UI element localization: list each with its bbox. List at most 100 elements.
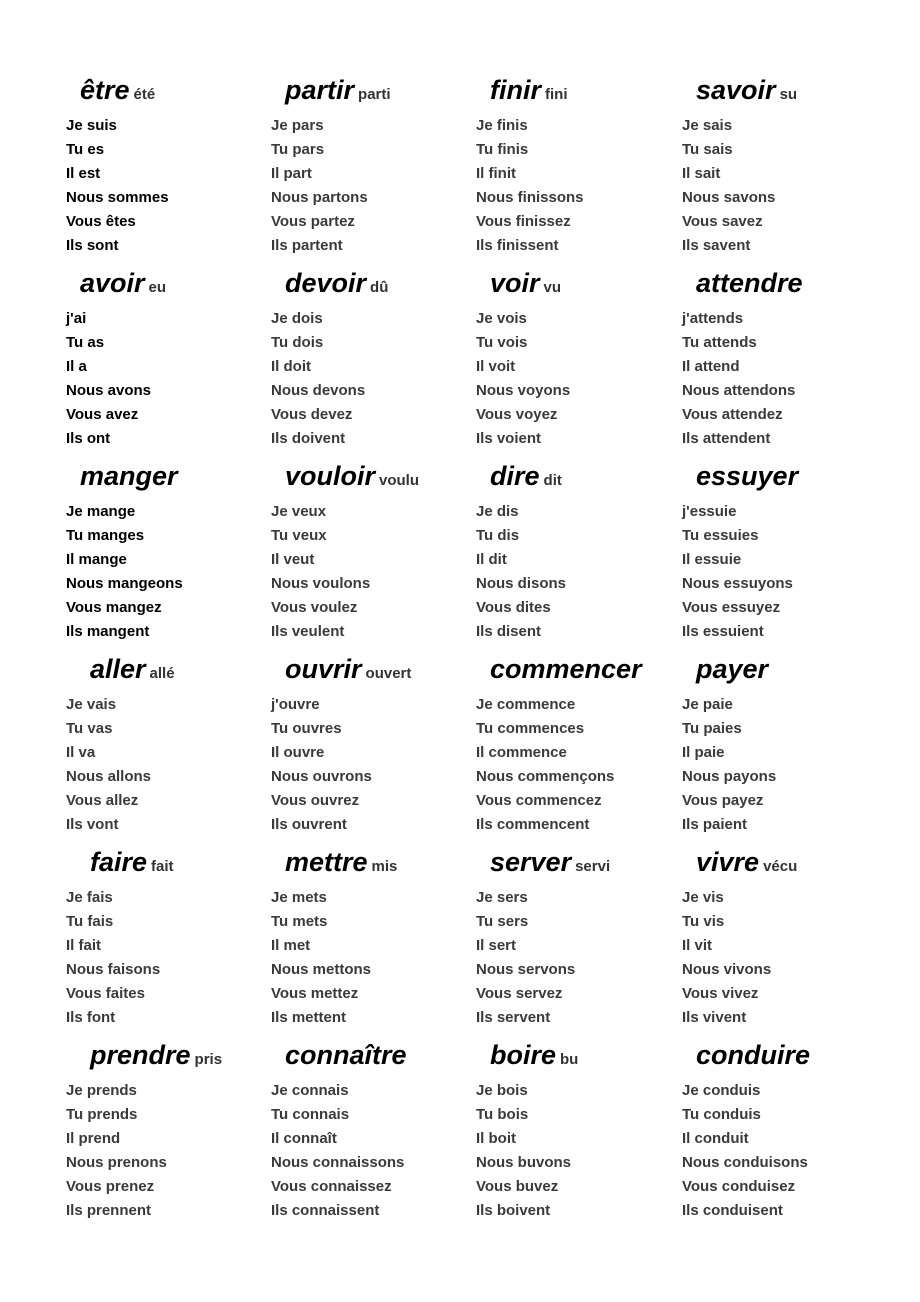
- conjugation-list: Je veux Tu veux Il veut Nous voulons Vous vo…: [271, 500, 476, 644]
- verb-block: vouloir voulu Je veux Tu veux Il veut Nous vo…: [271, 458, 476, 651]
- conjugation-form: Ils essuient: [682, 623, 764, 640]
- verb-infinitive: mettre: [285, 847, 368, 877]
- conjugation-form: Vous dites: [476, 599, 551, 616]
- conjugation-form: Il sert: [476, 937, 517, 954]
- conjugation-form: Tu commences: [476, 720, 585, 737]
- conjugation-form: Ils savent: [682, 237, 751, 254]
- verb-block: boire bu Je bois Tu bois Il boit Nous buvons V…: [476, 1037, 682, 1230]
- conjugation-list: Je finis Tu finis Il finit Nous finissons Vo…: [476, 114, 682, 258]
- verb-heading: conduire: [682, 1037, 888, 1073]
- past-participle: bu: [560, 1051, 579, 1068]
- verb-heading: ouvrir ouvert: [271, 651, 476, 687]
- conjugation-form: Je vis: [682, 889, 724, 906]
- verb-infinitive: attendre: [696, 268, 803, 298]
- conjugation-form: Tu bois: [476, 1106, 529, 1123]
- conjugation-form: Vous partez: [271, 213, 355, 230]
- conjugation-form: Ils partent: [271, 237, 343, 254]
- past-participle: mis: [371, 858, 398, 875]
- verb-infinitive: dire: [490, 461, 540, 491]
- past-participle: eu: [148, 279, 167, 296]
- verb-block: server servi Je sers Tu sers Il sert Nous ser…: [476, 844, 682, 1037]
- verb-infinitive: prendre: [90, 1040, 191, 1070]
- verb-block: aller allé Je vais Tu vas Il va Nous allons Vo…: [66, 651, 271, 844]
- verb-infinitive: server: [490, 847, 572, 877]
- conjugation-form: Je bois: [476, 1082, 528, 1099]
- conjugation-form: j'essuie: [682, 503, 737, 520]
- conjugation-form: Il connaît: [271, 1130, 337, 1147]
- conjugation-form: Je vais: [66, 696, 117, 713]
- conjugation-form: Ils prennent: [66, 1202, 152, 1219]
- conjugation-form: Nous disons: [476, 575, 567, 592]
- verb-heading: partir parti: [271, 72, 476, 108]
- conjugation-form: Vous allez: [66, 792, 139, 809]
- verb-block: finir fini Je finis Tu finis Il finit Nous fi…: [476, 72, 682, 265]
- past-participle: dit: [543, 472, 562, 489]
- conjugation-form: Il fait: [66, 937, 102, 954]
- conjugation-form: Il paie: [682, 744, 725, 761]
- conjugation-form: Il sait: [682, 165, 721, 182]
- verb-infinitive: commencer: [490, 654, 642, 684]
- verb-heading: finir fini: [476, 72, 682, 108]
- verb-infinitive: être: [80, 75, 130, 105]
- conjugation-form: Tu vis: [682, 913, 725, 930]
- conjugation-form: Il finit: [476, 165, 516, 182]
- verb-heading: savoir su: [682, 72, 888, 108]
- verb-heading: dire dit: [476, 458, 682, 494]
- conjugation-form: Je vois: [476, 310, 527, 327]
- verb-heading: manger: [66, 458, 271, 494]
- conjugation-list: Je vois Tu vois Il voit Nous voyons Vous voy…: [476, 307, 682, 451]
- verb-infinitive: savoir: [696, 75, 776, 105]
- conjugation-form: Vous payez: [682, 792, 764, 809]
- verb-infinitive: partir: [285, 75, 355, 105]
- conjugation-form: Vous conduisez: [682, 1178, 796, 1195]
- conjugation-form: Vous voulez: [271, 599, 358, 616]
- conjugation-form: Il ouvre: [271, 744, 325, 761]
- conjugation-form: Il met: [271, 937, 311, 954]
- conjugation-form: Ils servent: [476, 1009, 551, 1026]
- verb-block: dire dit Je dis Tu dis Il dit Nous disons Vous…: [476, 458, 682, 651]
- conjugation-form: Tu veux: [271, 527, 327, 544]
- conjugation-form: Je paie: [682, 696, 733, 713]
- past-participle: voulu: [379, 472, 420, 489]
- conjugation-list: Je pars Tu pars Il part Nous partons Vous pa…: [271, 114, 476, 258]
- verb-infinitive: essuyer: [696, 461, 799, 491]
- verb-heading: vouloir voulu: [271, 458, 476, 494]
- conjugation-form: Tu pars: [271, 141, 325, 158]
- conjugation-form: Tu vas: [66, 720, 113, 737]
- conjugation-form: Il doit: [271, 358, 311, 375]
- conjugation-form: Tu sers: [476, 913, 529, 930]
- conjugation-form: Je sers: [476, 889, 528, 906]
- verb-block: savoir su Je sais Tu sais Il sait Nous savons…: [682, 72, 888, 265]
- conjugation-form: Il boit: [476, 1130, 516, 1147]
- conjugation-form: Ils mettent: [271, 1009, 347, 1026]
- conjugation-grid: être été Je suis Tu es Il est Nous sommes Vous…: [66, 72, 888, 1230]
- past-participle: dû: [370, 279, 389, 296]
- verb-heading: faire fait: [66, 844, 271, 880]
- conjugation-form: Tu dois: [271, 334, 324, 351]
- verb-block: partir parti Je pars Tu pars Il part Nous par…: [271, 72, 476, 265]
- conjugation-form: Ils doivent: [271, 430, 346, 447]
- conjugation-form: Vous connaissez: [271, 1178, 392, 1195]
- verb-heading: server servi: [476, 844, 682, 880]
- conjugation-form: Tu paies: [682, 720, 742, 737]
- conjugation-form: Tu attends: [682, 334, 757, 351]
- conjugation-form: Je dois: [271, 310, 323, 327]
- conjugation-form: Nous voulons: [271, 575, 371, 592]
- conjugation-form: Je mange: [66, 503, 136, 520]
- conjugation-form: Tu mets: [271, 913, 328, 930]
- conjugation-form: Je mets: [271, 889, 327, 906]
- past-participle: pris: [194, 1051, 223, 1068]
- conjugation-form: Nous payons: [682, 768, 777, 785]
- conjugation-list: Je commence Tu commences Il commence Nous c…: [476, 693, 682, 837]
- verb-heading: connaître: [271, 1037, 476, 1073]
- conjugation-form: Nous ouvrons: [271, 768, 372, 785]
- past-participle: fini: [545, 86, 568, 103]
- verb-infinitive: devoir: [285, 268, 367, 298]
- past-participle: vécu: [763, 858, 798, 875]
- verb-infinitive: conduire: [696, 1040, 811, 1070]
- conjugation-form: j'ai: [66, 310, 87, 327]
- verb-block: avoir eu j'ai Tu as Il a Nous avons Vous avez I…: [66, 265, 271, 458]
- conjugation-form: Je dis: [476, 503, 519, 520]
- conjugation-form: Je commence: [476, 696, 576, 713]
- verb-infinitive: faire: [90, 847, 148, 877]
